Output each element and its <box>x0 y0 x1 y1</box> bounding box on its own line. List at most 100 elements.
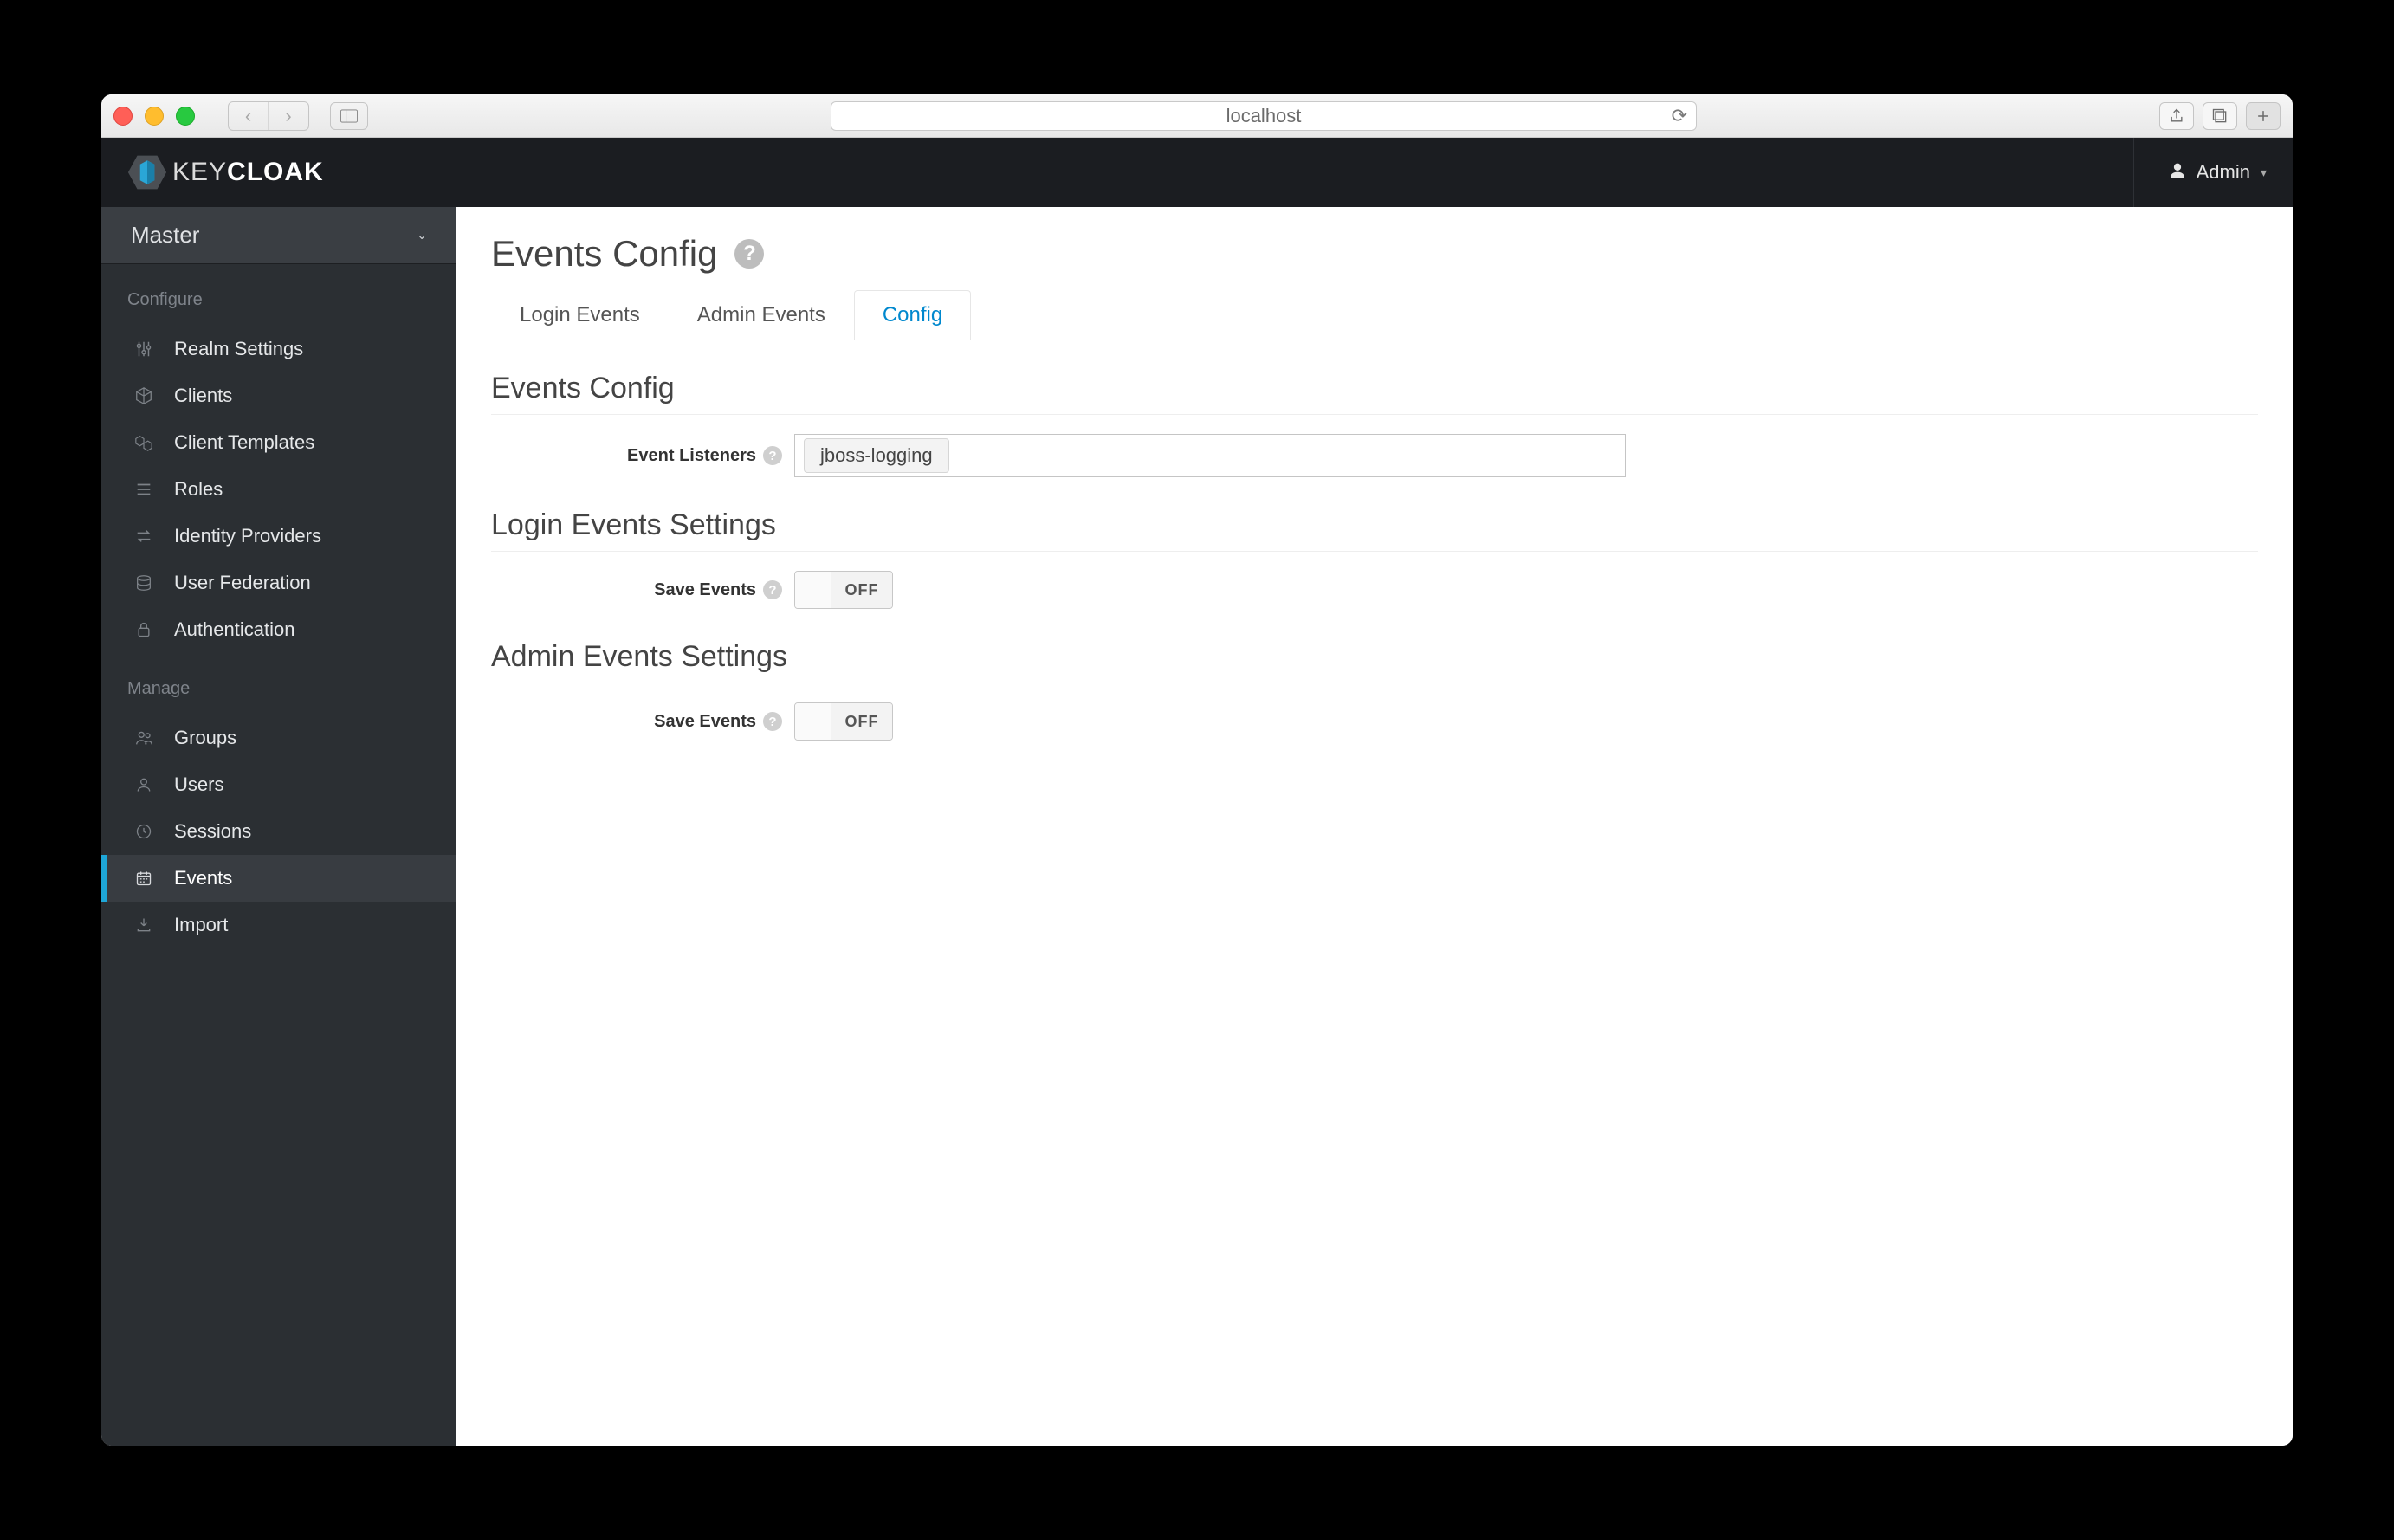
keycloak-logo[interactable]: KEYCLOAK <box>127 152 324 192</box>
sidebar-item-realm-settings[interactable]: Realm Settings <box>101 326 456 372</box>
realm-selector[interactable]: Master ⌄ <box>101 207 456 264</box>
login-save-events-toggle[interactable]: OFF <box>794 571 893 609</box>
page-title-row: Events Config ? <box>491 233 2258 275</box>
tabs-button[interactable] <box>2203 102 2237 130</box>
sidebar-item-client-templates[interactable]: Client Templates <box>101 419 456 466</box>
sidebar-item-sessions[interactable]: Sessions <box>101 808 456 855</box>
sidebar-item-label: Users <box>174 773 223 796</box>
forward-button[interactable]: › <box>269 102 308 130</box>
toggle-state: OFF <box>831 572 892 608</box>
label-text: Save Events <box>654 712 756 732</box>
sidebar-item-users[interactable]: Users <box>101 761 456 808</box>
tabs: Login Events Admin Events Config <box>491 290 2258 340</box>
logo-text-plain: KEY <box>172 158 227 186</box>
sidebar-item-groups[interactable]: Groups <box>101 715 456 761</box>
cube-icon <box>133 386 155 405</box>
close-window-button[interactable] <box>113 107 133 126</box>
chevron-down-icon: ⌄ <box>417 228 427 243</box>
section-login-events-settings: Login Events Settings <box>491 508 2258 552</box>
user-menu[interactable]: Admin ▾ <box>2133 138 2267 207</box>
sidebar-item-label: Import <box>174 914 228 936</box>
admin-save-events-toggle[interactable]: OFF <box>794 702 893 741</box>
reload-icon[interactable]: ⟳ <box>1672 105 1687 127</box>
section-manage-title: Manage <box>101 653 456 715</box>
help-icon[interactable]: ? <box>763 712 782 731</box>
sidebar-item-authentication[interactable]: Authentication <box>101 606 456 653</box>
keycloak-logo-icon <box>127 152 167 192</box>
sliders-icon <box>133 340 155 359</box>
sidebar-item-label: Identity Providers <box>174 525 321 547</box>
app-body: Master ⌄ Configure Realm Settings Client… <box>101 207 2293 1446</box>
sidebar-item-events[interactable]: Events <box>101 855 456 902</box>
label-save-events-login: Save Events ? <box>491 580 794 600</box>
sidebar-item-import[interactable]: Import <box>101 902 456 948</box>
toggle-state: OFF <box>831 703 892 740</box>
logo-text-bold: CLOAK <box>227 158 324 186</box>
sidebar-item-roles[interactable]: Roles <box>101 466 456 513</box>
share-icon <box>2168 107 2185 125</box>
sidebar-toggle-button[interactable] <box>330 102 368 130</box>
sidebar-item-label: Authentication <box>174 618 294 641</box>
minimize-window-button[interactable] <box>145 107 164 126</box>
toggle-knob <box>795 703 831 740</box>
sidebar-item-label: Sessions <box>174 820 251 843</box>
tab-config[interactable]: Config <box>854 290 971 340</box>
sidebar-item-identity-providers[interactable]: Identity Providers <box>101 513 456 560</box>
sidebar-item-clients[interactable]: Clients <box>101 372 456 419</box>
url-text: localhost <box>1226 105 1302 127</box>
help-icon[interactable]: ? <box>763 580 782 599</box>
label-text: Save Events <box>654 580 756 600</box>
tab-login-events[interactable]: Login Events <box>491 290 669 340</box>
realm-name: Master <box>131 222 199 249</box>
maximize-window-button[interactable] <box>176 107 195 126</box>
toggle-knob <box>795 572 831 608</box>
traffic-lights <box>113 107 195 126</box>
user-icon <box>2169 162 2186 184</box>
help-icon[interactable]: ? <box>734 239 764 269</box>
sidebar: Master ⌄ Configure Realm Settings Client… <box>101 207 456 1446</box>
user-icon <box>133 776 155 793</box>
sidebar-item-label: Events <box>174 867 232 890</box>
users-icon <box>133 728 155 747</box>
url-bar[interactable]: localhost ⟳ <box>831 101 1697 131</box>
chrome-right <box>2159 102 2281 130</box>
sidebar-item-label: Roles <box>174 478 223 501</box>
sidebar-item-label: Realm Settings <box>174 338 303 360</box>
sidebar-item-user-federation[interactable]: User Federation <box>101 560 456 606</box>
event-listener-tag[interactable]: jboss-logging <box>804 438 949 473</box>
section-events-config: Events Config <box>491 372 2258 415</box>
sidebar-item-label: Groups <box>174 727 236 749</box>
sidebar-item-label: Client Templates <box>174 431 314 454</box>
lock-icon <box>133 621 155 638</box>
nav-buttons: ‹ › <box>228 101 309 131</box>
clock-icon <box>133 823 155 840</box>
sidebar-panel-icon <box>340 109 358 123</box>
new-tab-button[interactable] <box>2246 102 2281 130</box>
database-icon <box>133 573 155 592</box>
label-text: Event Listeners <box>627 446 756 466</box>
help-icon[interactable]: ? <box>763 446 782 465</box>
keycloak-logo-text: KEYCLOAK <box>172 158 324 187</box>
user-name: Admin <box>2197 161 2250 184</box>
sidebar-item-label: User Federation <box>174 572 311 594</box>
back-button[interactable]: ‹ <box>229 102 269 130</box>
calendar-icon <box>133 870 155 887</box>
browser-window: ‹ › localhost ⟳ <box>101 94 2293 1446</box>
exchange-icon <box>133 527 155 546</box>
cubes-icon <box>133 433 155 452</box>
plus-icon <box>2255 107 2272 125</box>
row-login-save-events: Save Events ? OFF <box>491 571 2258 609</box>
import-icon <box>133 916 155 934</box>
main-content: Events Config ? Login Events Admin Event… <box>456 207 2293 1446</box>
label-event-listeners: Event Listeners ? <box>491 446 794 466</box>
section-admin-events-settings: Admin Events Settings <box>491 640 2258 683</box>
tab-admin-events[interactable]: Admin Events <box>669 290 854 340</box>
row-event-listeners: Event Listeners ? jboss-logging <box>491 434 2258 477</box>
browser-chrome: ‹ › localhost ⟳ <box>101 94 2293 138</box>
label-save-events-admin: Save Events ? <box>491 712 794 732</box>
share-button[interactable] <box>2159 102 2194 130</box>
list-icon <box>133 480 155 499</box>
event-listeners-input[interactable]: jboss-logging <box>794 434 1626 477</box>
section-configure-title: Configure <box>101 264 456 326</box>
sidebar-item-label: Clients <box>174 385 232 407</box>
